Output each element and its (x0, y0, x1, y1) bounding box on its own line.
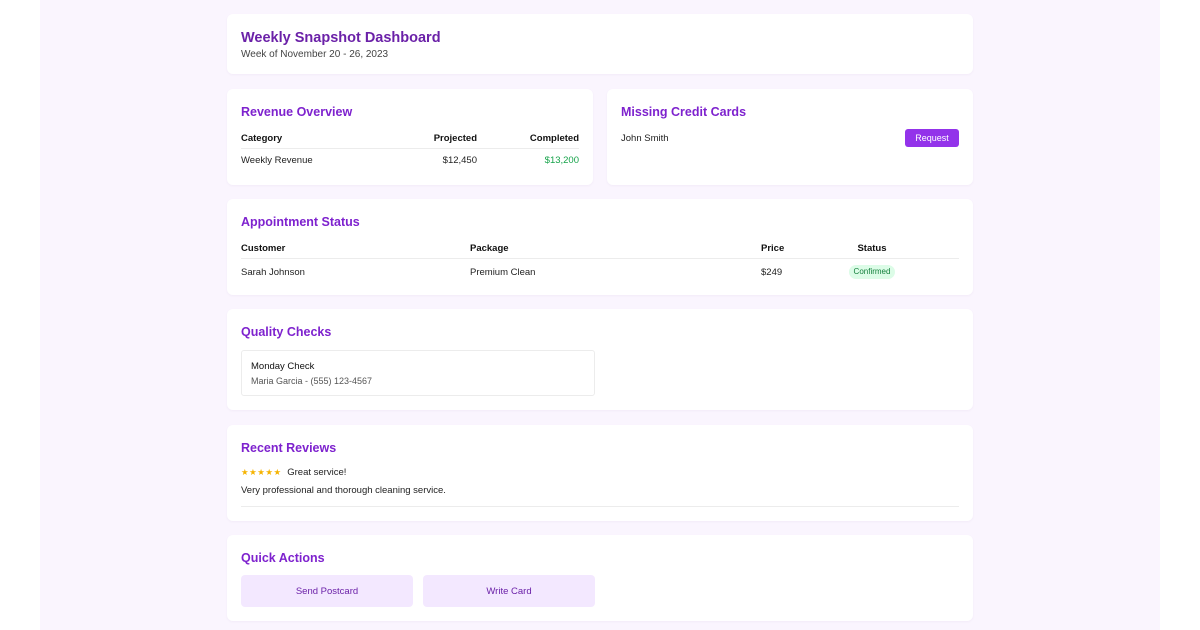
quality-checks-card: Quality Checks Monday Check Maria Garcia… (227, 309, 973, 410)
spacer-cell (922, 259, 959, 280)
page-title: Weekly Snapshot Dashboard (241, 30, 441, 46)
appointment-table: Customer Package Price Status Sarah John… (241, 243, 959, 279)
dashboard-page: Weekly Snapshot Dashboard Week of Novemb… (40, 0, 1160, 630)
col-customer: Customer (241, 243, 470, 259)
revenue-overview-card: Revenue Overview Category Projected Comp… (227, 89, 593, 185)
write-card-button[interactable]: Write Card (423, 575, 595, 607)
appointment-customer: Sarah Johnson (241, 266, 305, 278)
recent-reviews-title: Recent Reviews (241, 441, 337, 455)
col-completed: Completed (477, 133, 579, 149)
quick-actions-title: Quick Actions (241, 551, 325, 565)
col-status: Status (822, 243, 922, 259)
review-headline: Great service! (287, 467, 347, 478)
revenue-completed: $13,200 (544, 155, 579, 166)
table-row: Weekly Revenue $12,450 $13,200 (241, 149, 579, 166)
col-projected: Projected (391, 133, 477, 149)
request-button[interactable]: Request (905, 129, 959, 147)
appointment-price: $249 (761, 266, 783, 278)
appointment-status-cell: Confirmed (822, 259, 922, 279)
appointment-package: Premium Clean (470, 266, 536, 278)
missing-credit-cards-card: Missing Credit Cards John Smith Request (607, 89, 973, 185)
col-price: Price (761, 243, 822, 259)
missing-credit-cards-title: Missing Credit Cards (621, 105, 747, 119)
revenue-category: Weekly Revenue (241, 155, 313, 166)
quality-check-title: Monday Check (251, 361, 315, 372)
status-badge: Confirmed (848, 265, 896, 279)
quality-checks-title: Quality Checks (241, 325, 332, 339)
review-divider (241, 506, 959, 507)
send-postcard-button[interactable]: Send Postcard (241, 575, 413, 607)
appointment-status-card: Appointment Status Customer Package Pric… (227, 199, 973, 295)
col-package: Package (470, 243, 761, 259)
appointment-table-header: Customer Package Price Status (241, 243, 959, 259)
revenue-table: Category Projected Completed Weekly Reve… (241, 133, 579, 166)
appointment-status-title: Appointment Status (241, 215, 360, 229)
customer-name: John Smith (621, 133, 669, 144)
col-category: Category (241, 133, 391, 149)
review-body: Very professional and thorough cleaning … (241, 485, 446, 496)
table-row: Sarah Johnson Premium Clean $249 Confirm… (241, 259, 959, 280)
quality-check-detail: Maria Garcia - (555) 123-4567 (251, 376, 373, 386)
recent-reviews-card: Recent Reviews ★★★★★ Great service! Very… (227, 425, 973, 521)
revenue-overview-title: Revenue Overview (241, 105, 353, 119)
revenue-table-header: Category Projected Completed (241, 133, 579, 149)
col-spacer (922, 243, 959, 259)
quality-check-item[interactable]: Monday Check Maria Garcia - (555) 123-45… (241, 350, 595, 396)
review-header: ★★★★★ Great service! (241, 467, 346, 478)
header-card: Weekly Snapshot Dashboard Week of Novemb… (227, 14, 973, 74)
star-rating-icon: ★★★★★ (241, 467, 282, 477)
quick-actions-card: Quick Actions Send Postcard Write Card (227, 535, 973, 621)
week-range: Week of November 20 - 26, 2023 (241, 49, 389, 60)
revenue-projected: $12,450 (442, 155, 477, 166)
